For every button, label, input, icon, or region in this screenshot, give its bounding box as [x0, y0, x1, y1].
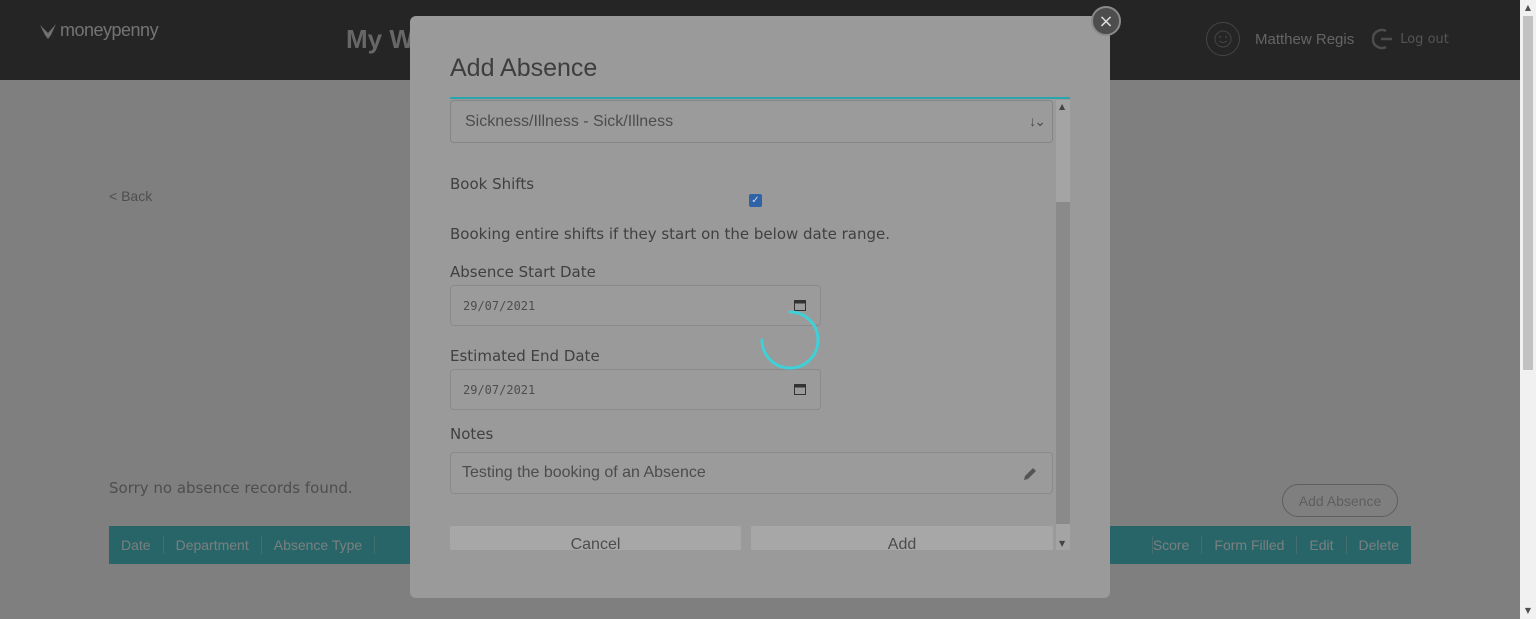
modal-close-button[interactable]: × — [1091, 6, 1121, 36]
scrollbar-thumb[interactable] — [1523, 16, 1533, 370]
absence-type-select[interactable]: Sickness/Illness - Sick/Illness ↓⌄ — [450, 100, 1053, 143]
scroll-down-arrow-icon[interactable]: ▼ — [1059, 539, 1065, 548]
start-date-value: 29/07/2021 — [463, 298, 536, 313]
modal-body: Sickness/Illness - Sick/Illness ↓⌄ Book … — [450, 100, 1054, 550]
scroll-up-arrow-icon[interactable]: ▲ — [1523, 3, 1533, 13]
calendar-icon[interactable] — [794, 383, 806, 395]
modal-scrollbar[interactable]: ▲ ▼ — [1056, 100, 1070, 550]
book-shifts-checkbox[interactable]: ✓ — [749, 194, 762, 207]
checkmark-icon: ✓ — [751, 195, 760, 206]
end-date-value: 29/07/2021 — [463, 382, 536, 397]
modal-title: Add Absence — [450, 54, 598, 82]
notes-label: Notes — [450, 425, 494, 443]
add-absence-modal: Add Absence Sickness/Illness - Sick/Illn… — [410, 16, 1110, 598]
sort-chevron-icon: ↓⌄ — [1029, 113, 1046, 129]
page-scrollbar[interactable]: ▲ ▼ — [1520, 0, 1536, 619]
loading-spinner-icon — [760, 310, 820, 370]
notes-input[interactable]: Testing the booking of an Absence — [450, 452, 1053, 494]
pencil-icon — [1024, 468, 1036, 480]
booking-hint-text: Booking entire shifts if they start on t… — [450, 225, 891, 243]
title-divider — [450, 97, 1070, 99]
start-date-label: Absence Start Date — [450, 263, 596, 281]
scroll-down-arrow-icon[interactable]: ▼ — [1523, 606, 1533, 616]
close-icon: × — [1098, 10, 1114, 32]
add-button[interactable]: Add — [751, 526, 1053, 550]
end-date-label: Estimated End Date — [450, 347, 600, 365]
absence-type-value: Sickness/Illness - Sick/Illness — [465, 112, 674, 130]
book-shifts-label: Book Shifts — [450, 175, 535, 193]
scroll-up-arrow-icon[interactable]: ▲ — [1059, 102, 1065, 111]
modal-scrollbar-thumb[interactable] — [1056, 202, 1070, 524]
notes-value: Testing the booking of an Absence — [462, 464, 706, 481]
cancel-button[interactable]: Cancel — [450, 526, 741, 550]
end-date-input[interactable]: 29/07/2021 — [450, 369, 821, 410]
